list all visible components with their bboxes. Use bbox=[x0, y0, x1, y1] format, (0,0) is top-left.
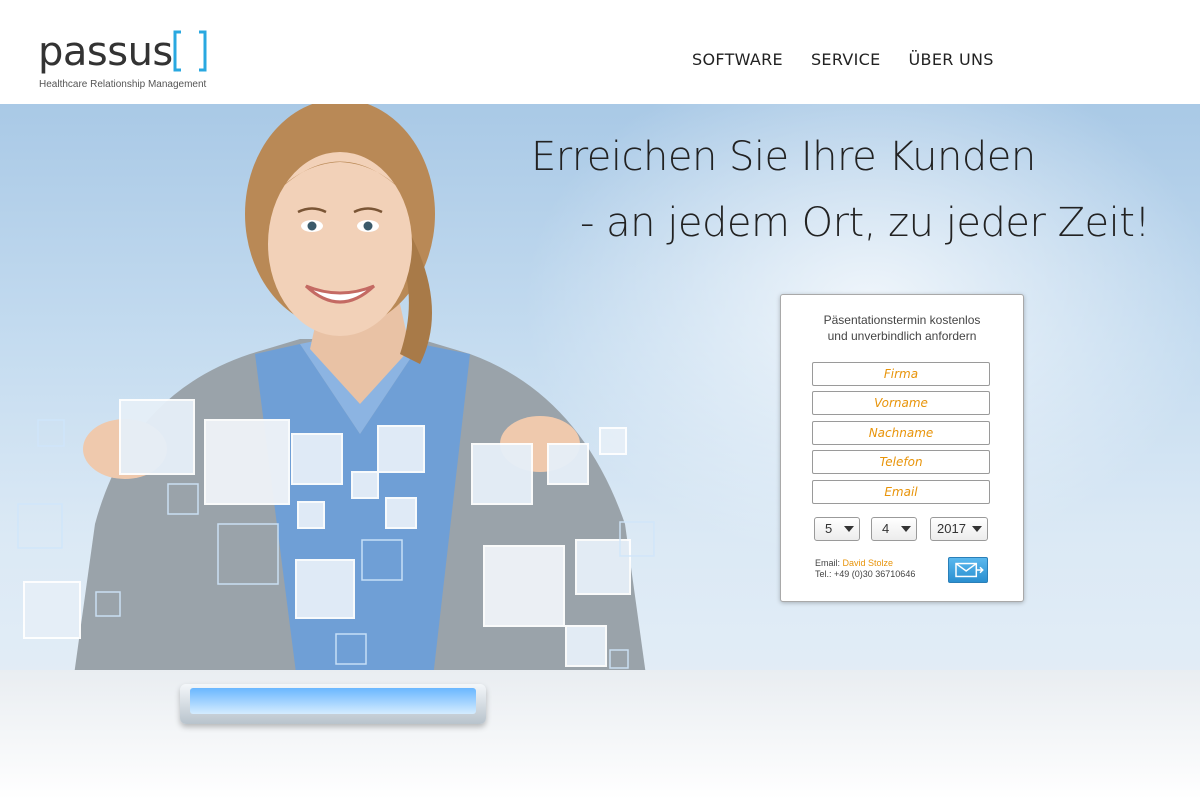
logo-wordmark: passus bbox=[38, 29, 173, 75]
nav-item-ueber-uns[interactable]: ÜBER UNS bbox=[909, 50, 994, 69]
email-input[interactable]: Email bbox=[812, 480, 990, 504]
tablet-screen bbox=[190, 688, 476, 714]
hero-headline-line-2: - an jedem Ort, zu jeder Zeit! bbox=[580, 200, 1150, 246]
contact-info: Email: David Stolze Tel.: +49 (0)30 3671… bbox=[815, 558, 915, 580]
logo-brackets-icon bbox=[173, 30, 207, 72]
year-select-value: 2017 bbox=[937, 521, 966, 536]
passus-logo[interactable]: passus Healthcare Relationship Managemen… bbox=[38, 28, 218, 94]
date-selects: 5 4 2017 bbox=[814, 517, 990, 541]
site-header: passus Healthcare Relationship Managemen… bbox=[0, 0, 1200, 104]
hero-photo-woman-with-contacts bbox=[17, 104, 655, 704]
envelope-send-icon bbox=[955, 562, 984, 578]
contact-email-link[interactable]: David Stolze bbox=[843, 558, 894, 568]
tablet-device bbox=[180, 684, 486, 724]
day-select-value: 5 bbox=[825, 521, 833, 536]
nachname-input[interactable]: Nachname bbox=[812, 421, 990, 445]
month-select-value: 4 bbox=[882, 521, 890, 536]
firma-input[interactable]: Firma bbox=[812, 362, 990, 386]
nav-item-service[interactable]: SERVICE bbox=[811, 50, 881, 69]
day-select[interactable]: 5 bbox=[814, 517, 860, 541]
contact-email-label: Email: bbox=[815, 558, 841, 568]
year-select[interactable]: 2017 bbox=[930, 517, 988, 541]
month-select[interactable]: 4 bbox=[871, 517, 917, 541]
vorname-input[interactable]: Vorname bbox=[812, 391, 990, 415]
contact-email-line: Email: David Stolze bbox=[815, 558, 915, 569]
nav-item-software[interactable]: SOFTWARE bbox=[692, 50, 783, 69]
telefon-input[interactable]: Telefon bbox=[812, 450, 990, 474]
hero-section: Erreichen Sie Ihre Kunden - an jedem Ort… bbox=[0, 104, 1200, 800]
form-title-line-1: Päsentationstermin kostenlos bbox=[823, 313, 981, 327]
chevron-down-icon bbox=[844, 526, 854, 532]
chevron-down-icon bbox=[972, 526, 982, 532]
hero-headline-line-1: Erreichen Sie Ihre Kunden bbox=[531, 134, 1036, 180]
send-button[interactable] bbox=[948, 557, 988, 583]
contact-phone: Tel.: +49 (0)30 36710646 bbox=[815, 569, 916, 579]
form-title-line-2: und unverbindlich anfordern bbox=[827, 329, 977, 343]
logo-tagline: Healthcare Relationship Management bbox=[39, 79, 207, 90]
form-title: Päsentationstermin kostenlos und unverbi… bbox=[781, 312, 1023, 344]
presentation-request-form: Päsentationstermin kostenlos und unverbi… bbox=[780, 294, 1024, 602]
main-nav: SOFTWARE SERVICE ÜBER UNS bbox=[692, 50, 994, 69]
chevron-down-icon bbox=[901, 526, 911, 532]
